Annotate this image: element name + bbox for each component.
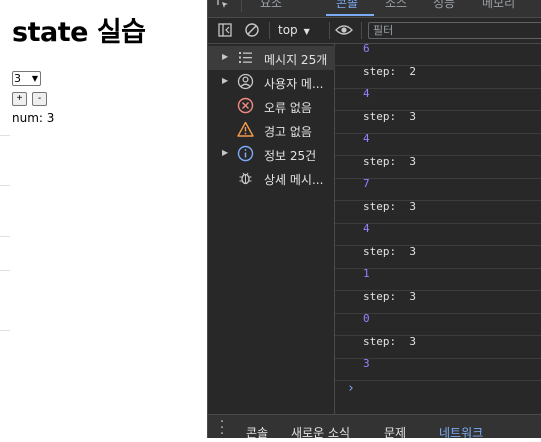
page-title: state 실습: [12, 17, 146, 48]
console-line-text: step: 3: [363, 199, 416, 213]
inspect-element-icon[interactable]: [216, 0, 230, 10]
num-display: num: 3: [12, 111, 55, 125]
tab-performance[interactable]: 성능: [433, 0, 455, 11]
devtools-panel: 요소 콘솔 소스 성능 메모리 top ▼ ▶: [207, 0, 541, 441]
drawer-tab-console[interactable]: 콘솔: [246, 424, 268, 441]
console-line-number: 4: [363, 222, 370, 235]
context-select-value: top: [278, 23, 298, 37]
sidebar-item-label: 경고 없음: [264, 125, 312, 139]
page-viewport: state 실습 3 ▼ + - num: 3: [11, 0, 207, 438]
console-line-number: 1: [363, 267, 370, 280]
sidebar-item-verbose[interactable]: 상세 메시...: [208, 166, 335, 190]
drawer-tab-network[interactable]: 네트워크: [439, 424, 483, 441]
console-line: step: 3: [335, 289, 541, 314]
active-tab-indicator: [326, 14, 374, 16]
console-prompt[interactable]: ›: [347, 381, 355, 396]
console-line: 1: [335, 267, 541, 291]
console-line: step: 2: [335, 64, 541, 89]
expand-triangle-icon[interactable]: ▶: [222, 148, 228, 157]
console-line: 0: [335, 312, 541, 336]
sidebar-toggle-icon[interactable]: [217, 22, 233, 38]
devtools-tab-bar: 요소 콘솔 소스 성능 메모리: [208, 0, 541, 18]
info-icon: [237, 145, 254, 162]
console-line: 7: [335, 177, 541, 201]
divider: [241, 0, 242, 12]
divider: [0, 185, 10, 186]
eye-icon[interactable]: [335, 22, 353, 38]
console-line-text: step: 3: [363, 109, 416, 123]
console-line-number: 6: [363, 44, 370, 55]
warning-icon: [237, 121, 254, 137]
divider: [0, 135, 10, 136]
list-icon: [239, 52, 252, 63]
sidebar-item-user-messages[interactable]: ▶ 사용자 메...: [208, 70, 335, 94]
more-options-icon[interactable]: · · ·: [220, 416, 224, 441]
console-line: 6: [335, 44, 541, 66]
filter-input[interactable]: [368, 22, 541, 39]
chevron-down-icon: ▼: [31, 74, 38, 83]
expand-triangle-icon[interactable]: ▶: [222, 52, 228, 61]
divider: [0, 236, 10, 237]
console-line-text: step: 2: [363, 64, 416, 78]
sidebar-item-label: 메시지 25개: [264, 53, 328, 67]
console-line: step: 3: [335, 244, 541, 269]
console-line-number: 3: [363, 357, 370, 370]
tab-console[interactable]: 콘솔: [336, 0, 358, 11]
divider: [269, 22, 270, 39]
console-line-number: 4: [363, 87, 370, 100]
console-output: 6 step: 2 4 step: 3 4 step: 3 7 step: 3 4 step: 3…: [335, 44, 541, 414]
sidebar-item-messages[interactable]: ▶ 메시지 25개: [208, 46, 335, 70]
step-select-value: 3: [14, 72, 21, 85]
console-line-text: step: 3: [363, 334, 416, 348]
tab-sources[interactable]: 소스: [385, 0, 407, 11]
user-icon: [237, 73, 254, 90]
drawer-tab-bar: · · · 콘솔 새로운 소식 문제 네트워크: [208, 414, 541, 441]
chevron-down-icon: ▼: [303, 27, 310, 36]
step-select[interactable]: 3 ▼: [12, 71, 41, 86]
console-toolbar: top ▼: [208, 18, 541, 44]
divider: [0, 270, 10, 271]
divider: [361, 22, 362, 39]
sidebar-item-label: 오류 없음: [264, 101, 312, 115]
error-icon: [237, 97, 254, 114]
console-line: 4: [335, 132, 541, 156]
context-select[interactable]: top ▼: [278, 23, 310, 37]
sidebar-item-warnings[interactable]: 경고 없음: [208, 118, 335, 142]
console-line: step: 3: [335, 334, 541, 359]
drawer-tab-issues[interactable]: 문제: [384, 424, 406, 441]
sidebar-item-label: 사용자 메...: [264, 77, 324, 91]
console-sidebar: ▶ 메시지 25개 ▶ 사용자 메... 오류 없음 경고 없음 ▶ 정보 25…: [208, 44, 335, 414]
sidebar-item-errors[interactable]: 오류 없음: [208, 94, 335, 118]
sidebar-item-info[interactable]: ▶ 정보 25건: [208, 142, 335, 166]
tab-elements[interactable]: 요소: [260, 0, 282, 11]
bug-icon: [239, 172, 252, 185]
console-line-number: 7: [363, 177, 370, 190]
console-line: 4: [335, 87, 541, 111]
expand-triangle-icon[interactable]: ▶: [222, 76, 228, 85]
clear-console-icon[interactable]: [244, 22, 260, 38]
divider: [0, 330, 10, 331]
plus-button[interactable]: +: [12, 92, 27, 106]
console-line-number: 4: [363, 132, 370, 145]
console-line-text: step: 3: [363, 289, 416, 303]
sidebar-item-label: 상세 메시...: [264, 173, 324, 187]
console-line-text: step: 3: [363, 244, 416, 258]
minus-button[interactable]: -: [32, 92, 47, 106]
console-line: step: 3: [335, 109, 541, 134]
sidebar-item-label: 정보 25건: [264, 149, 317, 163]
drawer-tab-whats-new[interactable]: 새로운 소식: [291, 424, 350, 441]
divider: [329, 22, 330, 39]
console-line: 4: [335, 222, 541, 246]
tab-memory[interactable]: 메모리: [482, 0, 515, 11]
console-line-number: 0: [363, 312, 370, 325]
console-line: step: 3: [335, 154, 541, 179]
console-line: 3: [335, 357, 541, 381]
console-line-text: step: 3: [363, 154, 416, 168]
console-line: step: 3: [335, 199, 541, 224]
